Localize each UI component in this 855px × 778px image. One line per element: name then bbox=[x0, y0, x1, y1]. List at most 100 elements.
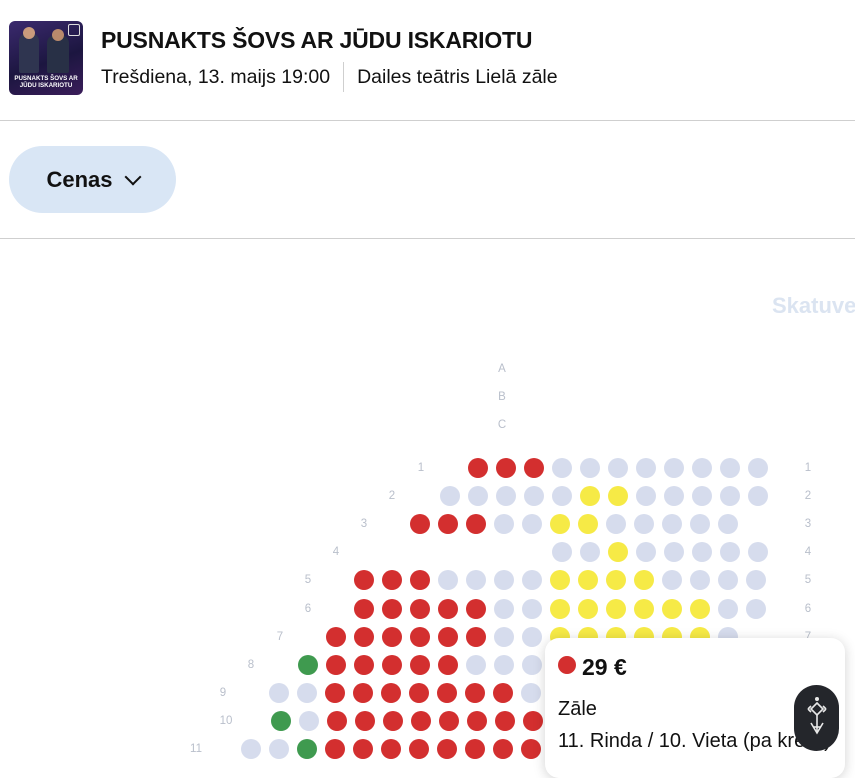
seat-red[interactable] bbox=[438, 514, 458, 534]
seat-red[interactable] bbox=[439, 711, 459, 731]
seat-red[interactable] bbox=[524, 458, 544, 478]
seat-available[interactable] bbox=[636, 542, 656, 562]
seat-available[interactable] bbox=[494, 570, 514, 590]
seat-red[interactable] bbox=[353, 683, 373, 703]
seat-red[interactable] bbox=[327, 711, 347, 731]
seat-yellow[interactable] bbox=[662, 599, 682, 619]
seat-red[interactable] bbox=[381, 739, 401, 759]
seat-red[interactable] bbox=[523, 711, 543, 731]
seat-red[interactable] bbox=[410, 599, 430, 619]
seat-red[interactable] bbox=[409, 739, 429, 759]
seat-available[interactable] bbox=[440, 486, 460, 506]
seat-available[interactable] bbox=[608, 458, 628, 478]
seat-green[interactable] bbox=[298, 655, 318, 675]
seat-red[interactable] bbox=[326, 655, 346, 675]
seat-available[interactable] bbox=[494, 627, 514, 647]
seat-available[interactable] bbox=[636, 458, 656, 478]
seat-available[interactable] bbox=[466, 655, 486, 675]
seat-available[interactable] bbox=[692, 458, 712, 478]
seat-red[interactable] bbox=[493, 739, 513, 759]
seat-available[interactable] bbox=[241, 739, 261, 759]
seat-available[interactable] bbox=[522, 570, 542, 590]
seat-yellow[interactable] bbox=[608, 542, 628, 562]
seat-red[interactable] bbox=[355, 711, 375, 731]
seat-available[interactable] bbox=[690, 514, 710, 534]
seat-red[interactable] bbox=[381, 683, 401, 703]
seat-green[interactable] bbox=[271, 711, 291, 731]
seat-red[interactable] bbox=[410, 655, 430, 675]
seat-available[interactable] bbox=[718, 514, 738, 534]
seat-available[interactable] bbox=[438, 570, 458, 590]
seat-available[interactable] bbox=[746, 599, 766, 619]
seat-available[interactable] bbox=[748, 458, 768, 478]
seat-red[interactable] bbox=[466, 514, 486, 534]
seat-available[interactable] bbox=[522, 655, 542, 675]
seat-red[interactable] bbox=[468, 458, 488, 478]
assistant-button[interactable] bbox=[794, 685, 839, 751]
seat-available[interactable] bbox=[522, 599, 542, 619]
seat-available[interactable] bbox=[269, 683, 289, 703]
seat-red[interactable] bbox=[354, 599, 374, 619]
seat-available[interactable] bbox=[494, 599, 514, 619]
seat-available[interactable] bbox=[718, 570, 738, 590]
seat-red[interactable] bbox=[382, 655, 402, 675]
seat-yellow[interactable] bbox=[578, 514, 598, 534]
seat-red[interactable] bbox=[438, 627, 458, 647]
seat-available[interactable] bbox=[662, 570, 682, 590]
seat-red[interactable] bbox=[437, 739, 457, 759]
seat-available[interactable] bbox=[606, 514, 626, 534]
seat-available[interactable] bbox=[466, 570, 486, 590]
seat-red[interactable] bbox=[409, 683, 429, 703]
seat-yellow[interactable] bbox=[578, 570, 598, 590]
seat-available[interactable] bbox=[692, 542, 712, 562]
seat-available[interactable] bbox=[522, 627, 542, 647]
seat-red[interactable] bbox=[383, 711, 403, 731]
seat-available[interactable] bbox=[269, 739, 289, 759]
seat-available[interactable] bbox=[692, 486, 712, 506]
seat-available[interactable] bbox=[634, 514, 654, 534]
seat-red[interactable] bbox=[410, 514, 430, 534]
seat-available[interactable] bbox=[522, 514, 542, 534]
seat-red[interactable] bbox=[382, 627, 402, 647]
seat-available[interactable] bbox=[552, 542, 572, 562]
seat-available[interactable] bbox=[664, 542, 684, 562]
seat-available[interactable] bbox=[746, 570, 766, 590]
seat-red[interactable] bbox=[495, 711, 515, 731]
seat-red[interactable] bbox=[326, 627, 346, 647]
seat-available[interactable] bbox=[494, 655, 514, 675]
seat-available[interactable] bbox=[552, 486, 572, 506]
seat-red[interactable] bbox=[410, 570, 430, 590]
seat-red[interactable] bbox=[466, 627, 486, 647]
seat-yellow[interactable] bbox=[606, 570, 626, 590]
seat-red[interactable] bbox=[325, 683, 345, 703]
seat-red[interactable] bbox=[354, 627, 374, 647]
seat-available[interactable] bbox=[664, 458, 684, 478]
seat-available[interactable] bbox=[297, 683, 317, 703]
seat-red[interactable] bbox=[410, 627, 430, 647]
seat-yellow[interactable] bbox=[634, 570, 654, 590]
seat-available[interactable] bbox=[720, 458, 740, 478]
seat-available[interactable] bbox=[636, 486, 656, 506]
seat-red[interactable] bbox=[353, 739, 373, 759]
seat-available[interactable] bbox=[690, 570, 710, 590]
seat-available[interactable] bbox=[662, 514, 682, 534]
seat-red[interactable] bbox=[382, 570, 402, 590]
seat-red[interactable] bbox=[437, 683, 457, 703]
seat-available[interactable] bbox=[299, 711, 319, 731]
seat-red[interactable] bbox=[411, 711, 431, 731]
seat-available[interactable] bbox=[494, 514, 514, 534]
seat-available[interactable] bbox=[468, 486, 488, 506]
seat-yellow[interactable] bbox=[550, 514, 570, 534]
seat-red[interactable] bbox=[466, 599, 486, 619]
seat-available[interactable] bbox=[748, 486, 768, 506]
seat-yellow[interactable] bbox=[550, 570, 570, 590]
seat-red[interactable] bbox=[354, 655, 374, 675]
seat-available[interactable] bbox=[496, 486, 516, 506]
seat-red[interactable] bbox=[438, 655, 458, 675]
seat-yellow[interactable] bbox=[550, 599, 570, 619]
seat-red[interactable] bbox=[382, 599, 402, 619]
seat-yellow[interactable] bbox=[606, 599, 626, 619]
seat-red[interactable] bbox=[438, 599, 458, 619]
seat-available[interactable] bbox=[720, 486, 740, 506]
seat-available[interactable] bbox=[718, 599, 738, 619]
